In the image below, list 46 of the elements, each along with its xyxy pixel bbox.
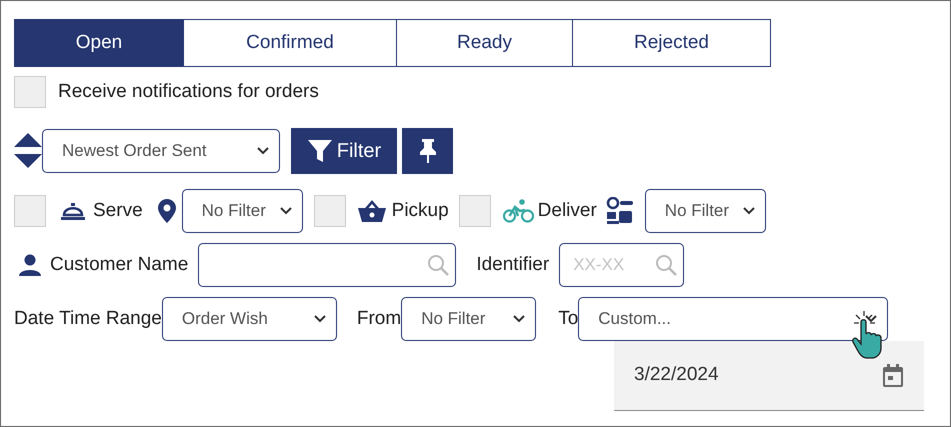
- tab[interactable]: Rejected: [572, 19, 771, 67]
- dropdown[interactable]: Newest Order Sent: [42, 129, 280, 173]
- sort-arrows-icon[interactable]: [14, 133, 42, 169]
- pin-button[interactable]: [402, 128, 453, 174]
- filter-button[interactable]: Filter: [291, 128, 397, 174]
- tab[interactable]: Ready: [396, 19, 573, 67]
- search-icon: [427, 254, 450, 276]
- dropdown[interactable]: Custom...: [578, 297, 888, 341]
- field-label: Customer Name: [50, 252, 188, 277]
- field-label: To: [558, 306, 578, 331]
- location-pin-icon: [158, 199, 176, 223]
- dropdown[interactable]: No Filter: [644, 189, 766, 233]
- option-label: Pickup: [392, 198, 449, 223]
- basket-icon: [358, 200, 386, 222]
- chevron-down-icon: [280, 207, 292, 215]
- field-label: Identifier: [476, 252, 550, 277]
- chevron-down-icon: [513, 315, 526, 323]
- field-label: Date Time Range: [14, 306, 162, 331]
- service-options-icon: [606, 197, 634, 225]
- chevron-down-icon: [314, 315, 326, 323]
- customer-name-field[interactable]: [198, 243, 456, 287]
- dropdown[interactable]: No Filter: [182, 189, 303, 233]
- dropdown[interactable]: Order Wish: [162, 297, 337, 341]
- filter-icon: [306, 139, 333, 163]
- checkbox[interactable]: [14, 195, 46, 227]
- search-icon: [655, 254, 678, 276]
- serving-bell-icon: [60, 202, 86, 220]
- checkbox[interactable]: [314, 195, 346, 227]
- checkbox[interactable]: [14, 76, 46, 108]
- tab[interactable]: Confirmed: [183, 19, 397, 67]
- date-field[interactable]: 3/22/2024: [614, 341, 924, 411]
- identifier-field[interactable]: XX-XX: [559, 243, 684, 287]
- person-icon: [19, 254, 41, 276]
- pin-icon: [418, 138, 436, 164]
- calendar-icon: [882, 364, 904, 388]
- field-label: From: [356, 306, 402, 331]
- tab[interactable]: Open: [14, 19, 184, 67]
- option-label: Deliver: [538, 198, 597, 223]
- dropdown[interactable]: No Filter: [401, 297, 536, 341]
- chevron-down-icon: [742, 207, 755, 215]
- checkbox-label: Receive notifications for orders: [58, 80, 319, 104]
- cyclist-icon: [502, 199, 534, 223]
- option-label: Serve: [93, 198, 143, 223]
- chevron-down-icon: [257, 147, 269, 155]
- chevron-down-icon: [865, 315, 878, 323]
- checkbox[interactable]: [458, 195, 491, 227]
